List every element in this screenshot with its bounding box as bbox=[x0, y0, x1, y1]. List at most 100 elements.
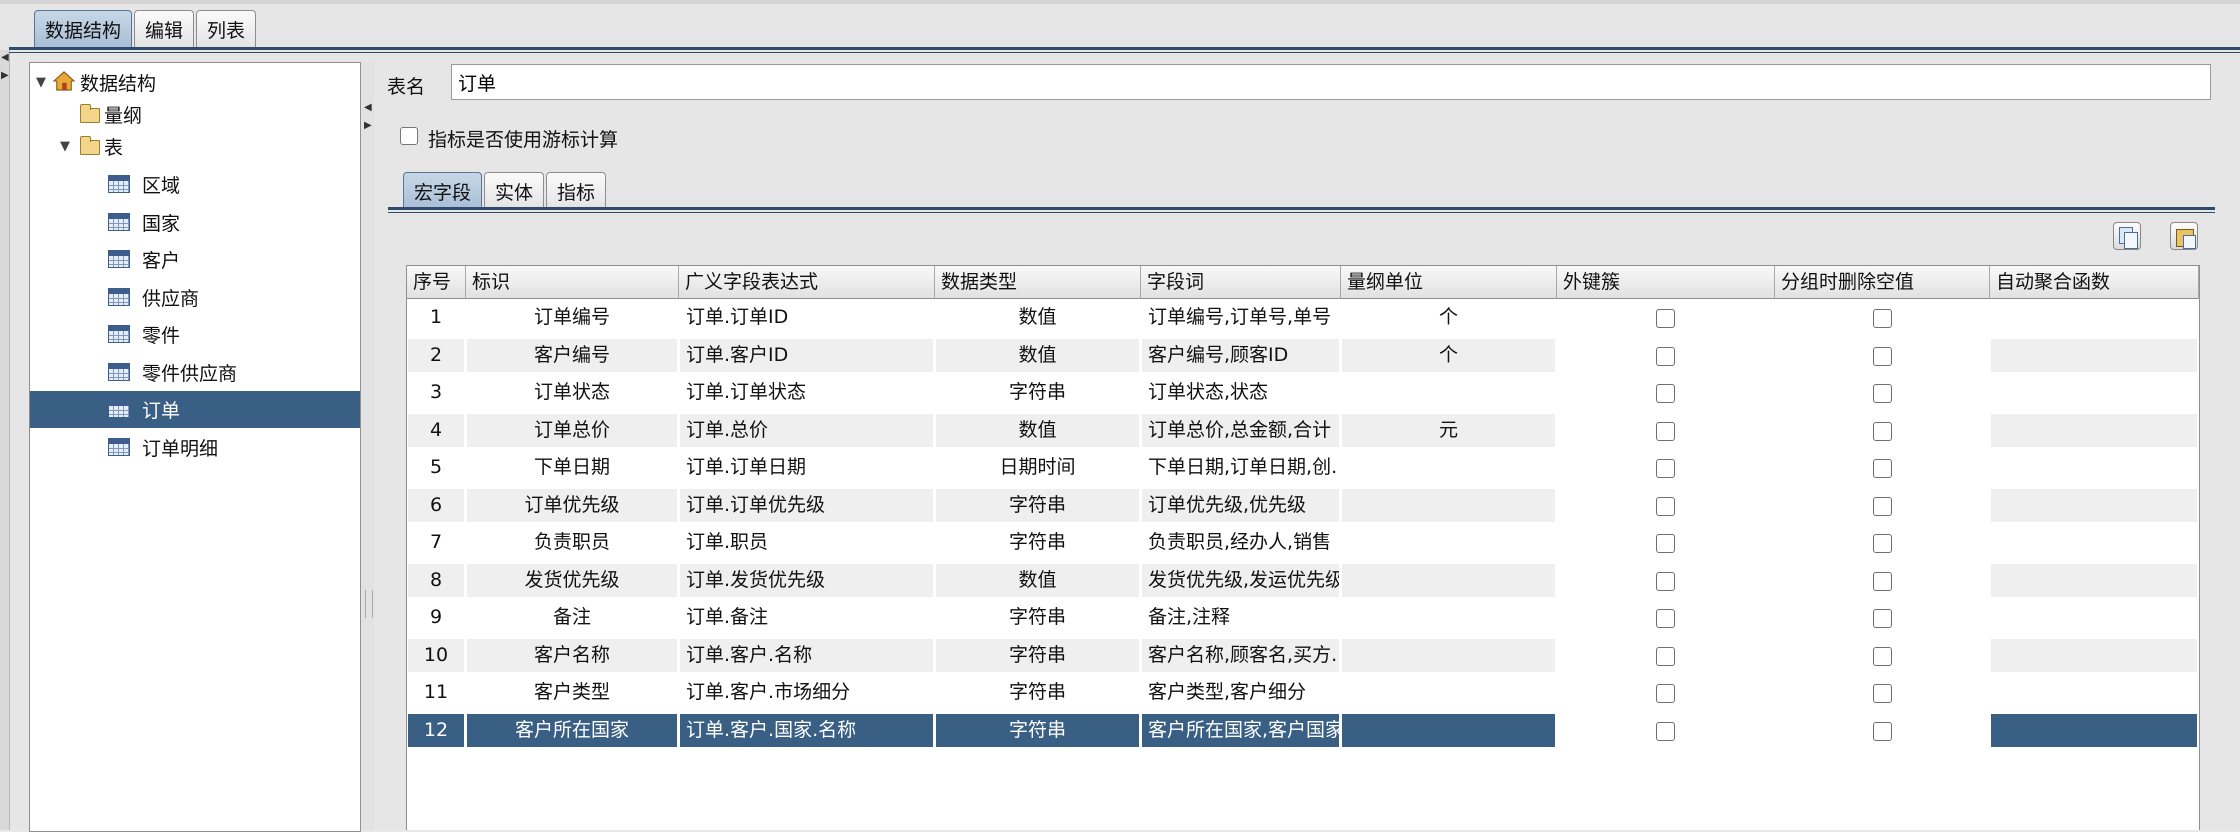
tree-node-measure[interactable]: 量纲 bbox=[30, 98, 360, 130]
cell-aggregate[interactable] bbox=[1991, 638, 2197, 672]
foreign-key-checkbox[interactable] bbox=[1656, 609, 1675, 628]
cell-id[interactable]: 客户名称 bbox=[467, 638, 677, 672]
cell-id[interactable]: 订单总价 bbox=[467, 413, 677, 447]
cell-datatype[interactable]: 字符串 bbox=[936, 526, 1139, 559]
tree-node-table[interactable]: 区域 bbox=[30, 166, 360, 203]
cell-aggregate[interactable] bbox=[1991, 563, 2197, 597]
cell-datatype[interactable]: 字符串 bbox=[936, 488, 1139, 522]
cell-expression[interactable]: 订单.发货优先级 bbox=[680, 563, 933, 597]
cell-expression[interactable]: 订单.客户.国家.名称 bbox=[680, 713, 933, 747]
cell-field-words[interactable]: 客户名称,顾客名,买方... bbox=[1142, 638, 1339, 672]
header-unit[interactable]: 量纲单位 bbox=[1341, 266, 1557, 299]
cell-no[interactable]: 12 bbox=[408, 713, 464, 747]
cell-aggregate[interactable] bbox=[1991, 413, 2197, 447]
table-row[interactable]: 5 下单日期 订单.订单日期 日期时间 下单日期,订单日期,创... bbox=[407, 449, 2199, 486]
cell-no[interactable]: 9 bbox=[408, 601, 464, 634]
drop-null-checkbox[interactable] bbox=[1872, 571, 1892, 591]
tree-node-table[interactable]: 零件 bbox=[30, 316, 360, 353]
cell-aggregate[interactable] bbox=[1991, 301, 2197, 334]
tree-node-table[interactable]: 订单明细 bbox=[30, 429, 360, 466]
cell-datatype[interactable]: 字符串 bbox=[936, 638, 1139, 672]
cell-expression[interactable]: 订单.订单日期 bbox=[680, 451, 933, 484]
header-id[interactable]: 标识 bbox=[466, 266, 679, 299]
collapse-left-arrow-icon[interactable]: ◀ bbox=[1, 52, 9, 63]
drop-null-checkbox[interactable] bbox=[1872, 346, 1892, 366]
cell-field-words[interactable]: 客户编号,顾客ID bbox=[1142, 338, 1339, 372]
foreign-key-checkbox[interactable] bbox=[1656, 384, 1675, 403]
foreign-key-checkbox[interactable] bbox=[1656, 721, 1675, 741]
cell-datatype[interactable]: 数值 bbox=[936, 563, 1139, 597]
cell-unit[interactable] bbox=[1342, 676, 1555, 709]
expand-toggle-icon[interactable]: ▼ bbox=[60, 139, 70, 154]
foreign-key-checkbox[interactable] bbox=[1656, 346, 1675, 366]
cell-unit[interactable]: 个 bbox=[1342, 301, 1555, 334]
cell-aggregate[interactable] bbox=[1991, 488, 2197, 522]
cell-expression[interactable]: 订单.订单ID bbox=[680, 301, 933, 334]
cell-field-words[interactable]: 备注,注释 bbox=[1142, 601, 1339, 634]
cell-no[interactable]: 7 bbox=[408, 526, 464, 559]
cell-unit[interactable] bbox=[1342, 563, 1555, 597]
table-row[interactable]: 4 订单总价 订单.总价 数值 订单总价,总金额,合计元 bbox=[407, 412, 2199, 449]
table-row[interactable]: 7 负责职员 订单.职员 字符串 负责职员,经办人,销售 bbox=[407, 524, 2199, 561]
cell-aggregate[interactable] bbox=[1991, 526, 2197, 559]
table-row[interactable]: 10 客户名称 订单.客户.名称 字符串 客户名称,顾客名,买方... bbox=[407, 637, 2199, 674]
cell-datatype[interactable]: 数值 bbox=[936, 301, 1139, 334]
cell-datatype[interactable]: 字符串 bbox=[936, 713, 1139, 747]
cell-field-words[interactable]: 客户所在国家,客户国家 bbox=[1142, 713, 1339, 747]
table-row[interactable]: 8 发货优先级 订单.发货优先级 数值 发货优先级,发运优先级 bbox=[407, 562, 2199, 599]
drop-null-checkbox[interactable] bbox=[1872, 309, 1892, 328]
cell-id[interactable]: 备注 bbox=[467, 601, 677, 634]
cell-unit[interactable] bbox=[1342, 638, 1555, 672]
splitter-right-arrow-icon[interactable]: ▶ bbox=[364, 120, 372, 131]
left-collapse-handle[interactable]: ◀ ▶ bbox=[0, 50, 10, 830]
foreign-key-checkbox[interactable] bbox=[1656, 459, 1675, 478]
header-datatype[interactable]: 数据类型 bbox=[935, 266, 1141, 299]
tree-node-table[interactable]: 客户 bbox=[30, 241, 360, 278]
table-row[interactable]: 6 订单优先级 订单.订单优先级 字符串 订单优先级,优先级 bbox=[407, 487, 2199, 524]
cell-field-words[interactable]: 发货优先级,发运优先级 bbox=[1142, 563, 1339, 597]
tree-node-table[interactable]: 国家 bbox=[30, 204, 360, 241]
drop-null-checkbox[interactable] bbox=[1872, 684, 1892, 703]
structure-tree[interactable]: ▼ 数据结构 量纲 ▼ 表 区域 国家 客户 供应商 零件 零件供应商 订单 订单明细 bbox=[29, 62, 361, 832]
tab-data-structure[interactable]: 数据结构 bbox=[34, 10, 133, 47]
table-row[interactable]: 3 订单状态 订单.订单状态 字符串 订单状态,状态 bbox=[407, 374, 2199, 411]
cell-field-words[interactable]: 订单状态,状态 bbox=[1142, 376, 1339, 409]
cell-aggregate[interactable] bbox=[1991, 713, 2197, 747]
cell-datatype[interactable]: 字符串 bbox=[936, 601, 1139, 634]
cell-datatype[interactable]: 日期时间 bbox=[936, 451, 1139, 484]
drop-null-checkbox[interactable] bbox=[1872, 534, 1892, 553]
foreign-key-checkbox[interactable] bbox=[1656, 496, 1675, 516]
tab-metrics[interactable]: 指标 bbox=[546, 172, 607, 209]
cell-expression[interactable]: 订单.客户.市场细分 bbox=[680, 676, 933, 709]
expand-right-arrow-icon[interactable]: ▶ bbox=[1, 70, 9, 81]
cell-no[interactable]: 10 bbox=[408, 638, 464, 672]
drop-null-checkbox[interactable] bbox=[1872, 721, 1892, 741]
cell-no[interactable]: 1 bbox=[408, 301, 464, 334]
cell-field-words[interactable]: 订单总价,总金额,合计 bbox=[1142, 413, 1339, 447]
cell-unit[interactable] bbox=[1342, 601, 1555, 634]
cell-id[interactable]: 下单日期 bbox=[467, 451, 677, 484]
cell-field-words[interactable]: 订单编号,订单号,单号 bbox=[1142, 301, 1339, 334]
foreign-key-checkbox[interactable] bbox=[1656, 309, 1675, 328]
cell-no[interactable]: 5 bbox=[408, 451, 464, 484]
splitter-grip[interactable] bbox=[365, 590, 373, 618]
foreign-key-checkbox[interactable] bbox=[1656, 571, 1675, 591]
table-row[interactable]: 9 备注 订单.备注 字符串 备注,注释 bbox=[407, 599, 2199, 636]
tree-node-root[interactable]: ▼ 数据结构 bbox=[30, 66, 360, 98]
drop-null-checkbox[interactable] bbox=[1872, 646, 1892, 666]
cell-datatype[interactable]: 数值 bbox=[936, 413, 1139, 447]
cell-datatype[interactable]: 数值 bbox=[936, 338, 1139, 372]
cell-unit[interactable] bbox=[1342, 376, 1555, 409]
tree-node-table[interactable]: 供应商 bbox=[30, 279, 360, 316]
cell-unit[interactable] bbox=[1342, 488, 1555, 522]
copy-button[interactable] bbox=[2113, 222, 2141, 250]
cell-aggregate[interactable] bbox=[1991, 376, 2197, 409]
header-drop-null[interactable]: 分组时删除空值 bbox=[1775, 266, 1990, 299]
foreign-key-checkbox[interactable] bbox=[1656, 684, 1675, 703]
tab-entity[interactable]: 实体 bbox=[484, 172, 545, 209]
cell-id[interactable]: 订单优先级 bbox=[467, 488, 677, 522]
cell-id[interactable]: 订单状态 bbox=[467, 376, 677, 409]
cell-no[interactable]: 3 bbox=[408, 376, 464, 409]
table-name-input[interactable] bbox=[451, 64, 2211, 100]
header-foreign-key[interactable]: 外键簇 bbox=[1557, 266, 1775, 299]
